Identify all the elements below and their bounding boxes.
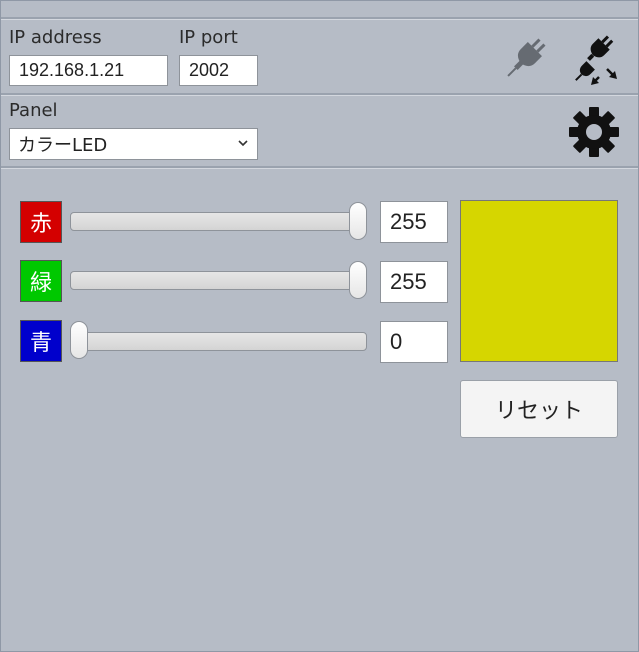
- plug-disconnected-icon[interactable]: [567, 31, 623, 87]
- red-label: 赤: [20, 201, 62, 243]
- blue-slider-track[interactable]: [70, 332, 367, 351]
- red-label-text: 赤: [29, 212, 52, 237]
- gear-icon[interactable]: [567, 105, 621, 159]
- chevron-down-icon: [238, 140, 248, 147]
- red-slider-thumb[interactable]: [349, 202, 367, 240]
- blue-value-input[interactable]: 0: [380, 321, 448, 363]
- blue-label: 青: [20, 320, 62, 362]
- red-value-input[interactable]: 255: [380, 201, 448, 243]
- green-label: 緑: [20, 260, 62, 302]
- blue-slider-thumb[interactable]: [70, 321, 88, 359]
- divider: [1, 93, 638, 96]
- plug-connected-icon[interactable]: [499, 33, 551, 85]
- ip-port-input[interactable]: 2002: [179, 55, 258, 86]
- green-value-input[interactable]: 255: [380, 261, 448, 303]
- ip-address-input[interactable]: 192.168.1.21: [9, 55, 168, 86]
- panel-label: Panel: [9, 100, 58, 121]
- color-preview: [460, 200, 618, 362]
- ip-port-label: IP port: [179, 27, 238, 48]
- panel-select-value: カラーLED: [18, 135, 108, 156]
- divider: [1, 17, 638, 20]
- app-window: IP address 192.168.1.21 IP port 2002 Pan…: [0, 0, 639, 652]
- blue-label-text: 青: [29, 331, 52, 356]
- green-slider-thumb[interactable]: [349, 261, 367, 299]
- red-slider-track[interactable]: [70, 212, 367, 231]
- green-slider-track[interactable]: [70, 271, 367, 290]
- ip-address-label: IP address: [9, 27, 102, 48]
- reset-button[interactable]: リセット: [460, 380, 618, 438]
- green-label-text: 緑: [29, 271, 52, 296]
- panel-select[interactable]: カラーLED: [9, 128, 258, 160]
- divider: [1, 166, 638, 169]
